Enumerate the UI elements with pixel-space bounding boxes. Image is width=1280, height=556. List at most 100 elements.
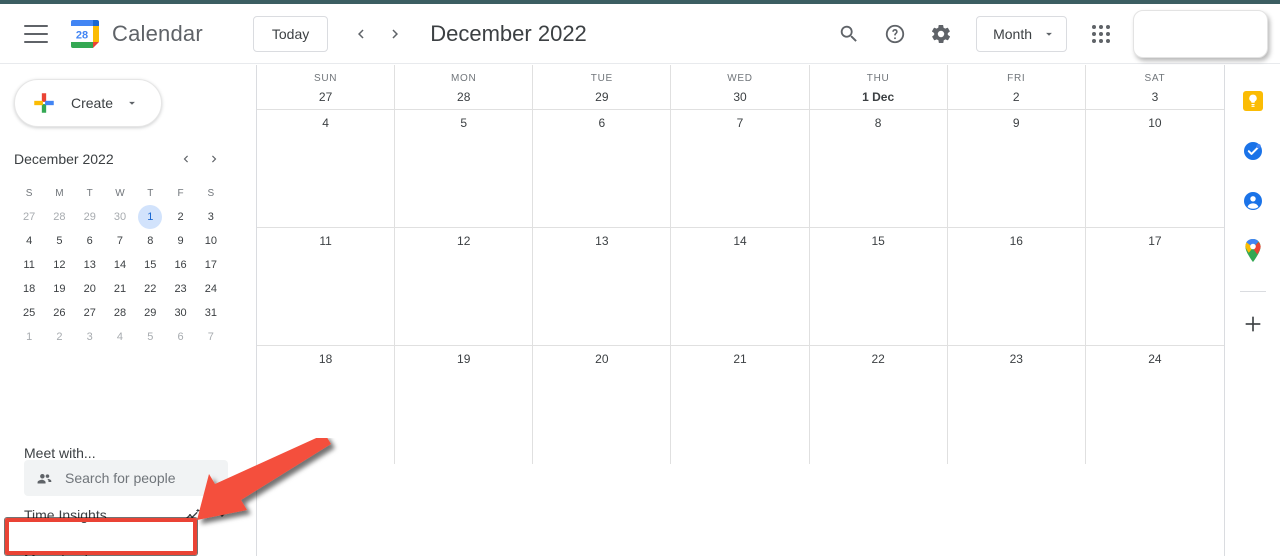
- day-cell-number[interactable]: 13: [595, 234, 608, 248]
- day-cell-number[interactable]: 8: [875, 116, 882, 130]
- day-cell-number[interactable]: 18: [319, 352, 332, 366]
- day-header-date[interactable]: 28: [457, 90, 470, 104]
- add-addon-icon[interactable]: [1237, 308, 1269, 340]
- google-keep-icon[interactable]: [1237, 85, 1269, 117]
- mini-calendar-day[interactable]: 19: [44, 277, 74, 301]
- day-header-date[interactable]: 29: [595, 90, 608, 104]
- day-cell-number[interactable]: 7: [737, 116, 744, 130]
- day-cell-number[interactable]: 4: [322, 116, 329, 130]
- day-header-cell[interactable]: TUE 29: [533, 65, 672, 109]
- day-cell-number[interactable]: 20: [595, 352, 608, 366]
- day-cell[interactable]: 14: [671, 228, 810, 345]
- view-mode-select[interactable]: Month: [976, 15, 1067, 52]
- mini-calendar-day[interactable]: 24: [196, 277, 226, 301]
- mini-calendar-day[interactable]: 6: [75, 229, 105, 253]
- mini-calendar-day[interactable]: 15: [135, 253, 165, 277]
- day-header-date[interactable]: 3: [1152, 90, 1159, 104]
- day-cell-number[interactable]: 10: [1148, 116, 1161, 130]
- day-header-date[interactable]: 2: [1013, 90, 1020, 104]
- day-cell[interactable]: 17: [1086, 228, 1224, 345]
- day-cell[interactable]: 4: [257, 110, 396, 227]
- help-button[interactable]: [875, 14, 915, 54]
- day-cell[interactable]: 22: [810, 346, 948, 464]
- mini-previous-month-button[interactable]: [174, 147, 198, 171]
- contacts-icon[interactable]: [1237, 185, 1269, 217]
- day-cell-number[interactable]: 14: [733, 234, 746, 248]
- day-cell[interactable]: 15: [810, 228, 948, 345]
- mini-calendar-day[interactable]: 30: [105, 205, 135, 229]
- account-avatar[interactable]: [1133, 9, 1268, 58]
- mini-calendar-day[interactable]: 3: [196, 205, 226, 229]
- day-header-cell[interactable]: SAT 3: [1086, 65, 1224, 109]
- day-header-cell[interactable]: SUN 27: [257, 65, 396, 109]
- day-header-date[interactable]: 1 Dec: [862, 90, 894, 104]
- day-header-date[interactable]: 30: [733, 90, 746, 104]
- previous-month-button[interactable]: [344, 17, 378, 51]
- mini-calendar-day[interactable]: 28: [105, 301, 135, 325]
- day-cell-number[interactable]: 19: [457, 352, 470, 366]
- my-calendars-row[interactable]: My calendars: [24, 539, 238, 556]
- day-cell-number[interactable]: 23: [1010, 352, 1023, 366]
- mini-calendar-day[interactable]: 29: [135, 301, 165, 325]
- mini-calendar-day[interactable]: 12: [44, 253, 74, 277]
- mini-calendar-day[interactable]: 2: [44, 325, 74, 349]
- today-button[interactable]: Today: [252, 15, 329, 52]
- mini-calendar-day[interactable]: 27: [75, 301, 105, 325]
- mini-calendar-day[interactable]: 10: [196, 229, 226, 253]
- day-header-cell[interactable]: WED 30: [671, 65, 810, 109]
- mini-calendar-day[interactable]: 16: [165, 253, 195, 277]
- mini-calendar-day[interactable]: 21: [105, 277, 135, 301]
- mini-calendar-day[interactable]: 27: [14, 205, 44, 229]
- mini-calendar-day[interactable]: 2: [165, 205, 195, 229]
- mini-calendar-day[interactable]: 28: [44, 205, 74, 229]
- settings-button[interactable]: [921, 14, 961, 54]
- day-cell-number[interactable]: 6: [599, 116, 606, 130]
- day-cell[interactable]: 11: [257, 228, 396, 345]
- day-cell[interactable]: 10: [1086, 110, 1224, 227]
- mini-calendar-day-selected[interactable]: 1: [135, 205, 165, 229]
- mini-calendar-day[interactable]: 26: [44, 301, 74, 325]
- day-cell-number[interactable]: 24: [1148, 352, 1161, 366]
- day-cell-number[interactable]: 9: [1013, 116, 1020, 130]
- mini-calendar-day[interactable]: 31: [196, 301, 226, 325]
- calendar-logo[interactable]: 28 Calendar: [68, 17, 203, 51]
- day-cell[interactable]: 16: [948, 228, 1086, 345]
- insights-chart-icon[interactable]: [184, 506, 202, 524]
- mini-calendar-day[interactable]: 6: [165, 325, 195, 349]
- mini-calendar-day[interactable]: 17: [196, 253, 226, 277]
- people-search-input[interactable]: Search for people: [24, 460, 228, 496]
- next-month-button[interactable]: [378, 17, 412, 51]
- mini-calendar-day[interactable]: 1: [14, 325, 44, 349]
- main-menu-icon[interactable]: [24, 24, 48, 43]
- chevron-down-icon[interactable]: [214, 507, 230, 523]
- mini-calendar-day[interactable]: 9: [165, 229, 195, 253]
- day-cell[interactable]: 9: [948, 110, 1086, 227]
- day-cell[interactable]: 6: [533, 110, 672, 227]
- day-header-date[interactable]: 27: [319, 90, 332, 104]
- google-tasks-icon[interactable]: [1237, 135, 1269, 167]
- mini-calendar-day[interactable]: 11: [14, 253, 44, 277]
- day-cell-number[interactable]: 22: [871, 352, 884, 366]
- mini-calendar-day[interactable]: 5: [135, 325, 165, 349]
- day-cell[interactable]: 5: [395, 110, 534, 227]
- day-cell-number[interactable]: 15: [871, 234, 884, 248]
- mini-calendar-day[interactable]: 18: [14, 277, 44, 301]
- search-button[interactable]: [829, 14, 869, 54]
- day-cell-number[interactable]: 12: [457, 234, 470, 248]
- day-cell-number[interactable]: 17: [1148, 234, 1161, 248]
- mini-calendar-day[interactable]: 23: [165, 277, 195, 301]
- mini-calendar-day[interactable]: 30: [165, 301, 195, 325]
- day-cell-number[interactable]: 5: [460, 116, 467, 130]
- mini-calendar-day[interactable]: 3: [75, 325, 105, 349]
- mini-calendar-day[interactable]: 7: [196, 325, 226, 349]
- day-cell[interactable]: 21: [671, 346, 810, 464]
- day-cell[interactable]: 23: [948, 346, 1086, 464]
- day-cell[interactable]: 19: [395, 346, 534, 464]
- mini-calendar-day[interactable]: 22: [135, 277, 165, 301]
- mini-next-month-button[interactable]: [202, 147, 226, 171]
- day-cell[interactable]: 24: [1086, 346, 1224, 464]
- day-cell[interactable]: 20: [533, 346, 672, 464]
- day-header-cell[interactable]: THU 1 Dec: [810, 65, 948, 109]
- mini-calendar-day[interactable]: 5: [44, 229, 74, 253]
- create-button[interactable]: Create: [14, 79, 162, 127]
